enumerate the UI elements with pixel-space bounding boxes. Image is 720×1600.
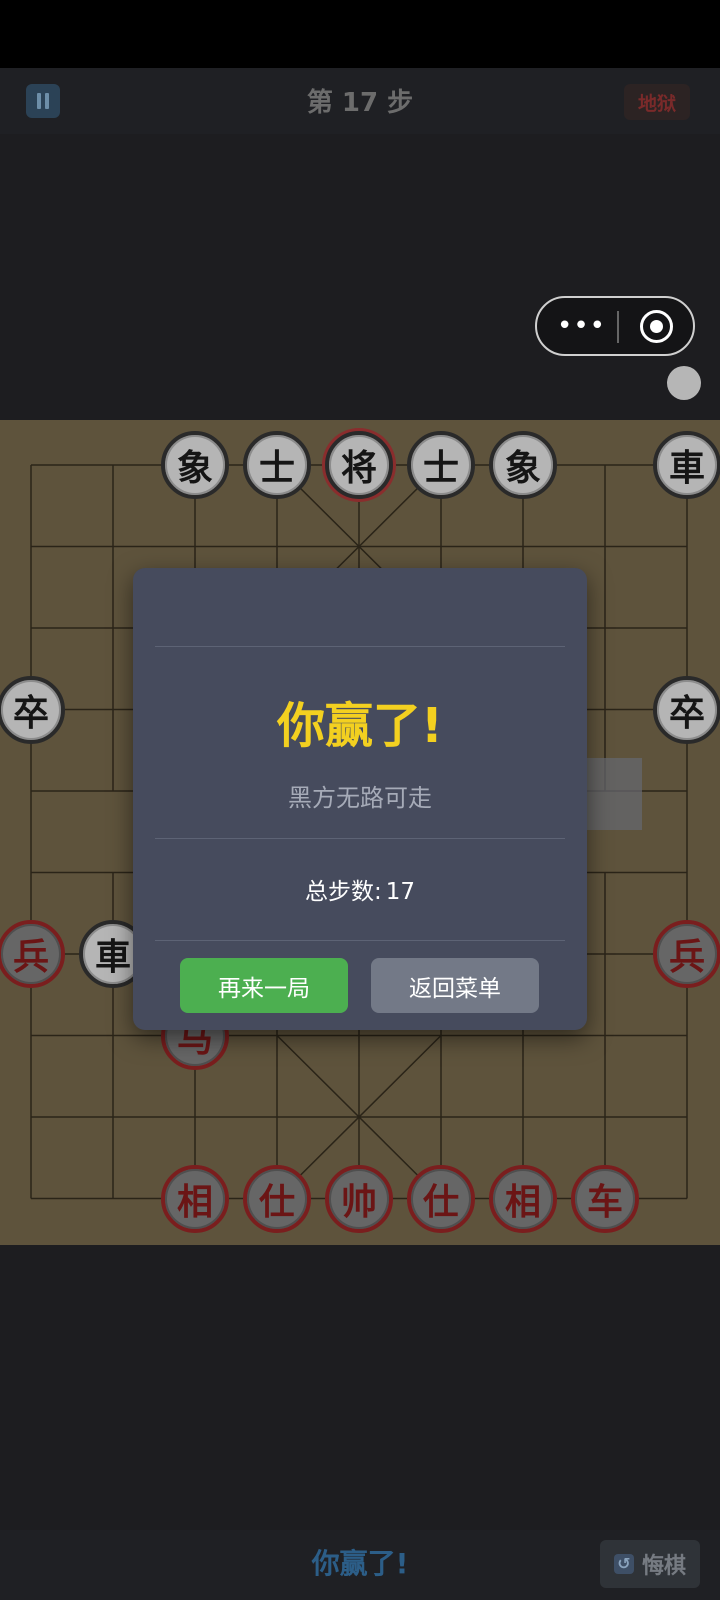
undo-icon: ↺	[613, 1554, 634, 1574]
game-header: 第 17 步 地狱	[0, 68, 720, 134]
piece-red[interactable]: 帅	[325, 1164, 393, 1233]
dialog-divider-top	[155, 646, 565, 647]
piece-red[interactable]: 相	[161, 1164, 229, 1233]
floating-assist-dot[interactable]	[667, 366, 701, 400]
piece-red[interactable]: 车	[571, 1164, 639, 1233]
total-steps-label: 总步数:	[304, 879, 382, 905]
capsule-divider	[617, 311, 619, 343]
more-icon[interactable]: •••	[557, 313, 606, 339]
system-status-bar	[0, 0, 720, 68]
game-footer: 你赢了! ↺ 悔棋	[0, 1530, 720, 1600]
piece-black[interactable]: 象	[161, 431, 229, 499]
close-target-icon[interactable]	[640, 310, 673, 343]
win-reason: 黑方无路可走	[288, 784, 432, 812]
back-to-menu-button[interactable]: 返回菜单	[371, 958, 539, 1013]
piece-red[interactable]: 兵	[653, 920, 720, 988]
piece-black[interactable]: 象	[489, 431, 557, 499]
total-steps-value: 17	[385, 879, 416, 905]
play-again-button[interactable]: 再来一局	[180, 958, 348, 1013]
piece-red[interactable]: 兵	[0, 920, 65, 988]
piece-red[interactable]: 仕	[407, 1164, 475, 1233]
dialog-divider-middle	[155, 838, 565, 839]
step-suffix: 步	[387, 88, 414, 118]
total-steps: 总步数: 17	[133, 872, 587, 906]
piece-red[interactable]: 相	[489, 1164, 557, 1233]
step-counter: 第 17 步	[0, 82, 720, 119]
piece-black[interactable]: 士	[407, 431, 475, 499]
step-prefix: 第	[306, 88, 333, 118]
difficulty-badge[interactable]: 地狱	[624, 84, 690, 120]
board-highlight-ghost	[586, 758, 642, 830]
piece-black[interactable]: 車	[653, 431, 720, 499]
piece-black[interactable]: 卒	[0, 675, 65, 744]
piece-black[interactable]: 将	[325, 431, 393, 499]
miniprogram-capsule: •••	[535, 296, 695, 356]
win-title: 你赢了!	[277, 698, 443, 754]
piece-red[interactable]: 仕	[243, 1164, 311, 1233]
win-dialog: 你赢了! 黑方无路可走 总步数: 17 再来一局 返回菜单	[133, 568, 587, 1030]
dialog-divider-bottom	[155, 940, 565, 941]
undo-button[interactable]: ↺ 悔棋	[600, 1540, 700, 1588]
step-number: 17	[341, 88, 379, 118]
piece-black[interactable]: 卒	[653, 675, 720, 744]
piece-black[interactable]: 士	[243, 431, 311, 499]
undo-label: 悔棋	[641, 1554, 686, 1579]
